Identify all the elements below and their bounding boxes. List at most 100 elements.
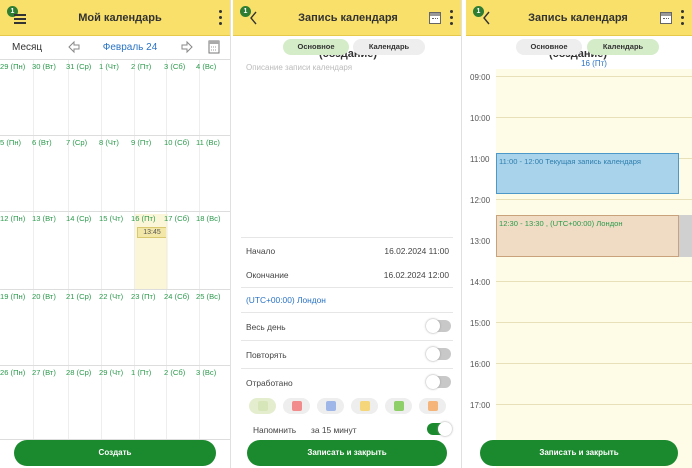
day-cell-label[interactable]: 5 (Пн) [0, 138, 21, 147]
remind-value[interactable]: за 15 минут [311, 425, 357, 435]
top-bar: 1 Запись календаря (создание) [233, 0, 461, 60]
day-cell-label[interactable]: 7 (Ср) [66, 138, 87, 147]
day-cell-label[interactable]: 13 (Вт) [32, 214, 56, 223]
day-cell-label[interactable]: 1 (Чт) [99, 62, 119, 71]
day-cell-label[interactable]: 8 (Чт) [99, 138, 119, 147]
day-cell-label[interactable]: 10 (Сб) [164, 138, 189, 147]
prev-month-icon[interactable] [67, 40, 81, 54]
current-month[interactable]: Февраль 24 [100, 42, 160, 53]
hour-label: 15:00 [470, 319, 491, 328]
save-close-button[interactable]: Записать и закрыть [480, 440, 678, 466]
tab-calendar[interactable]: Календарь [587, 39, 659, 55]
back-icon[interactable] [482, 11, 491, 25]
current-event-block[interactable]: 11:00 - 12:00 Текущая запись календаря [496, 153, 679, 194]
day-cell-label[interactable]: 22 (Чт) [99, 292, 123, 301]
color-option[interactable] [351, 398, 378, 414]
day-cell-label[interactable]: 26 (Пн) [0, 368, 25, 377]
day-cell-label[interactable]: 23 (Пт) [131, 292, 156, 301]
divider [241, 368, 453, 369]
grid-row-line [0, 135, 230, 136]
hour-line [496, 404, 692, 405]
day-cell-label[interactable]: 15 (Чт) [99, 214, 123, 223]
color-option[interactable] [385, 398, 412, 414]
day-cell-label[interactable]: 25 (Вс) [196, 292, 220, 301]
remind-label: Напомнить [253, 425, 297, 435]
day-cell-label[interactable]: 24 (Сб) [164, 292, 189, 301]
hour-label: 10:00 [470, 114, 491, 123]
back-icon[interactable] [249, 11, 258, 25]
all-day-toggle[interactable] [426, 319, 451, 333]
day-cell-label[interactable]: 2 (Пт) [131, 62, 151, 71]
more-menu-icon[interactable] [216, 10, 224, 26]
color-swatch [360, 401, 370, 411]
day-cell-label[interactable]: 9 (Пт) [131, 138, 151, 147]
day-cell-label[interactable]: 11 (Вс) [196, 138, 220, 147]
remind-toggle[interactable] [427, 422, 452, 436]
color-swatch [258, 401, 268, 411]
day-cell-label[interactable]: 28 (Ср) [66, 368, 91, 377]
day-cell-label[interactable]: 14 (Ср) [66, 214, 91, 223]
tab-main[interactable]: Основное [283, 39, 349, 55]
day-cell-label[interactable]: 2 (Сб) [164, 368, 185, 377]
day-cell-label[interactable]: 29 (Пн) [0, 62, 25, 71]
calendar-picker-icon[interactable] [207, 40, 221, 54]
repeat-toggle[interactable] [426, 347, 451, 361]
tab-bar: Основное Календарь [466, 37, 692, 59]
worked-toggle[interactable] [426, 375, 451, 389]
grid-column-line [68, 59, 69, 439]
next-month-icon[interactable] [180, 40, 194, 54]
event-overlap-marker [679, 215, 692, 257]
page-title: Мой календарь [78, 12, 162, 24]
day-cell-label[interactable]: 6 (Вт) [32, 138, 52, 147]
remind-row[interactable]: Напомнить за 15 минут [253, 425, 449, 435]
end-value[interactable]: 16.02.2024 12:00 [384, 270, 449, 280]
day-cell-label[interactable]: 3 (Вс) [196, 368, 216, 377]
color-option[interactable] [419, 398, 446, 414]
day-cell-label[interactable]: 29 (Чт) [99, 368, 123, 377]
day-cell-label[interactable]: 3 (Сб) [164, 62, 185, 71]
worked-label: Отработано [246, 378, 293, 388]
color-option[interactable] [283, 398, 310, 414]
day-cell-label[interactable]: 19 (Пн) [0, 292, 25, 301]
calendar-icon[interactable] [429, 12, 441, 24]
save-close-button[interactable]: Записать и закрыть [247, 440, 447, 466]
today-highlight [135, 214, 168, 290]
tab-calendar[interactable]: Календарь [353, 39, 425, 55]
day-cell-label[interactable]: 4 (Вс) [196, 62, 216, 71]
month-nav: Месяц Февраль 24 [0, 37, 230, 59]
day-header: 16 (Пт) [581, 59, 607, 68]
start-value[interactable]: 16.02.2024 11:00 [384, 246, 449, 256]
day-cell-label[interactable]: 16 (Пт) [131, 214, 156, 223]
day-cell-label[interactable]: 18 (Вс) [196, 214, 220, 223]
create-button[interactable]: Создать [14, 440, 216, 466]
day-cell-label[interactable]: 12 (Пн) [0, 214, 25, 223]
day-cell-label[interactable]: 20 (Вт) [32, 292, 56, 301]
color-option[interactable] [317, 398, 344, 414]
divider [241, 312, 453, 313]
calendar-event-chip[interactable]: 13:45 [137, 227, 167, 238]
end-row[interactable]: Окончание 16.02.2024 12:00 [246, 270, 449, 280]
calendar-icon[interactable] [660, 12, 672, 24]
grid-column-line [199, 59, 200, 439]
timezone-link[interactable]: (UTC+00:00) Лондон [246, 295, 449, 305]
hour-line [496, 117, 692, 118]
day-cell-label[interactable]: 17 (Сб) [164, 214, 189, 223]
description-field[interactable]: Описание записи календаря [246, 63, 352, 72]
day-cell-label[interactable]: 27 (Вт) [32, 368, 56, 377]
event-create-main-screen: 1 Запись календаря (создание) Основное К… [233, 0, 462, 468]
period-label[interactable]: Месяц [12, 42, 42, 53]
day-cell-label[interactable]: 21 (Ср) [66, 292, 91, 301]
day-cell-label[interactable]: 31 (Ср) [66, 62, 91, 71]
start-row[interactable]: Начало 16.02.2024 11:00 [246, 246, 449, 256]
more-menu-icon[interactable] [678, 10, 686, 26]
day-cell-label[interactable]: 1 (Пт) [131, 368, 151, 377]
color-option[interactable] [249, 398, 276, 414]
hamburger-menu-icon[interactable] [14, 14, 26, 24]
hour-label: 13:00 [470, 237, 491, 246]
day-timeline[interactable] [496, 69, 692, 468]
day-cell-label[interactable]: 30 (Вт) [32, 62, 56, 71]
more-menu-icon[interactable] [447, 10, 455, 26]
other-event-block[interactable]: 12:30 - 13:30 , (UTC+00:00) Лондон [496, 215, 679, 257]
tab-main[interactable]: Основное [516, 39, 582, 55]
month-grid[interactable]: 13:45 29 (Пн) 30 (Вт) 31 (Ср) 1 (Чт) 2 (Пт) 3… [0, 59, 230, 440]
